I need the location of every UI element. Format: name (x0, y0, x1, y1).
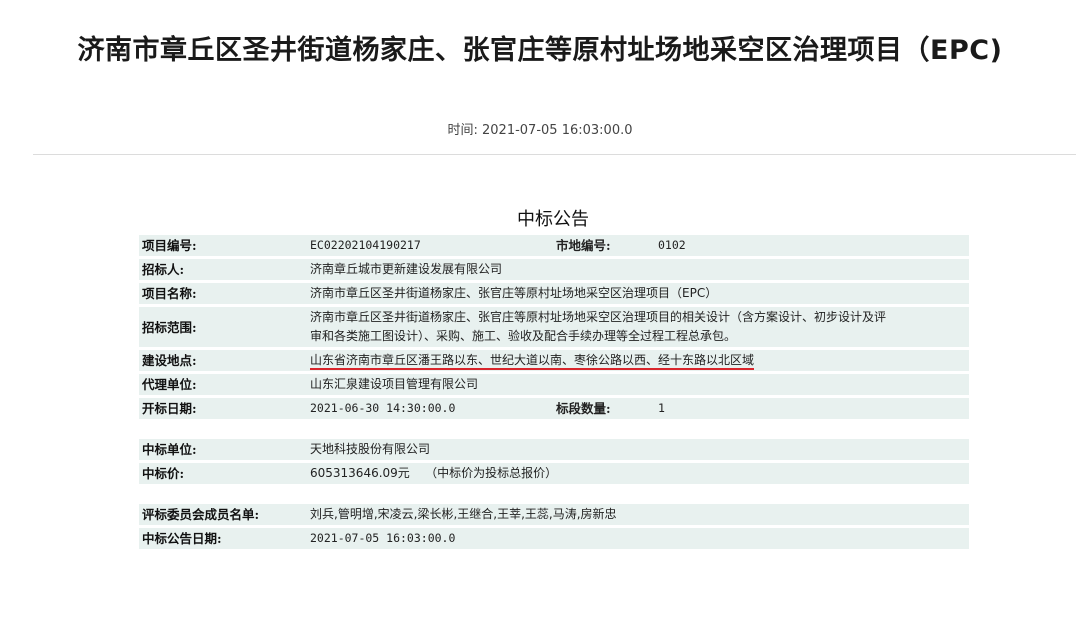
agent-label: 代理单位: (139, 374, 307, 395)
location-cell: 山东省济南市章丘区潘王路以东、世纪大道以南、枣徐公路以西、经十东路以北区域 (307, 350, 969, 371)
row-spacer (139, 422, 969, 436)
agent-value: 山东汇泉建设项目管理有限公司 (307, 374, 969, 395)
page-title: 济南市章丘区圣井街道杨家庄、张官庄等原村址场地采空区治理项目（EPC) (77, 35, 1003, 66)
open-date-value: 2021-06-30 14:30:00.0 (307, 398, 553, 419)
sections-value: 1 (655, 398, 969, 419)
divider (33, 154, 1076, 155)
table-row: 中标价: 605313646.09元 （中标价为投标总报价） (139, 463, 969, 484)
notice-title: 中标公告 (517, 209, 589, 230)
table-row: 招标人: 济南章丘城市更新建设发展有限公司 (139, 259, 969, 280)
table-row: 开标日期: 2021-06-30 14:30:00.0 标段数量: 1 (139, 398, 969, 419)
project-name-value: 济南市章丘区圣井街道杨家庄、张官庄等原村址场地采空区治理项目（EPC） (307, 283, 969, 304)
project-no-label: 项目编号: (139, 235, 307, 256)
winner-label: 中标单位: (139, 439, 307, 460)
notice-date-value: 2021-07-05 16:03:00.0 (307, 528, 969, 549)
market-no-label: 市地编号: (553, 235, 655, 256)
tenderer-value: 济南章丘城市更新建设发展有限公司 (307, 259, 969, 280)
project-no-value: EC02202104190217 (307, 235, 553, 256)
location-value: 山东省济南市章丘区潘王路以东、世纪大道以南、枣徐公路以西、经十东路以北区域 (310, 353, 755, 370)
table-row: 中标单位: 天地科技股份有限公司 (139, 439, 969, 460)
project-name-label: 项目名称: (139, 283, 307, 304)
table-row: 招标范围: 济南市章丘区圣井街道杨家庄、张官庄等原村址场地采空区治理项目的相关设… (139, 307, 969, 347)
scope-line-2: 审和各类施工图设计）、采购、施工、验收及配合手续办理等全过程工程总承包。 (310, 329, 737, 343)
price-value: 605313646.09元 (310, 466, 410, 480)
row-spacer (139, 487, 969, 501)
publish-time-value: 2021-07-05 16:03:00.0 (482, 123, 633, 138)
market-no-value: 0102 (655, 235, 969, 256)
price-label: 中标价: (139, 463, 307, 484)
publish-time-label: 时间: (447, 123, 478, 138)
publish-time: 时间: 2021-07-05 16:03:00.0 (0, 119, 1080, 138)
committee-value: 刘兵,管明增,宋凌云,梁长彬,王继合,王莘,王蕊,马涛,房新忠 (307, 504, 969, 525)
scope-label: 招标范围: (139, 307, 307, 347)
table-row: 项目编号: EC02202104190217 市地编号: 0102 (139, 235, 969, 256)
scope-line-1: 济南市章丘区圣井街道杨家庄、张官庄等原村址场地采空区治理项目的相关设计（含方案设… (310, 310, 887, 324)
table-row: 代理单位: 山东汇泉建设项目管理有限公司 (139, 374, 969, 395)
tenderer-label: 招标人: (139, 259, 307, 280)
table-row: 评标委员会成员名单: 刘兵,管明增,宋凌云,梁长彬,王继合,王莘,王蕊,马涛,房… (139, 504, 969, 525)
table-row: 中标公告日期: 2021-07-05 16:03:00.0 (139, 528, 969, 549)
sections-label: 标段数量: (553, 398, 655, 419)
winner-value: 天地科技股份有限公司 (307, 439, 969, 460)
open-date-label: 开标日期: (139, 398, 307, 419)
table-row: 项目名称: 济南市章丘区圣井街道杨家庄、张官庄等原村址场地采空区治理项目（EPC… (139, 283, 969, 304)
notice-date-label: 中标公告日期: (139, 528, 307, 549)
bid-award-table: 项目编号: EC02202104190217 市地编号: 0102 招标人: 济… (139, 232, 969, 552)
table-row: 建设地点: 山东省济南市章丘区潘王路以东、世纪大道以南、枣徐公路以西、经十东路以… (139, 350, 969, 371)
location-label: 建设地点: (139, 350, 307, 371)
price-note: （中标价为投标总报价） (425, 466, 558, 480)
committee-label: 评标委员会成员名单: (139, 504, 307, 525)
price-cell: 605313646.09元 （中标价为投标总报价） (307, 463, 969, 484)
scope-value: 济南市章丘区圣井街道杨家庄、张官庄等原村址场地采空区治理项目的相关设计（含方案设… (307, 307, 969, 347)
